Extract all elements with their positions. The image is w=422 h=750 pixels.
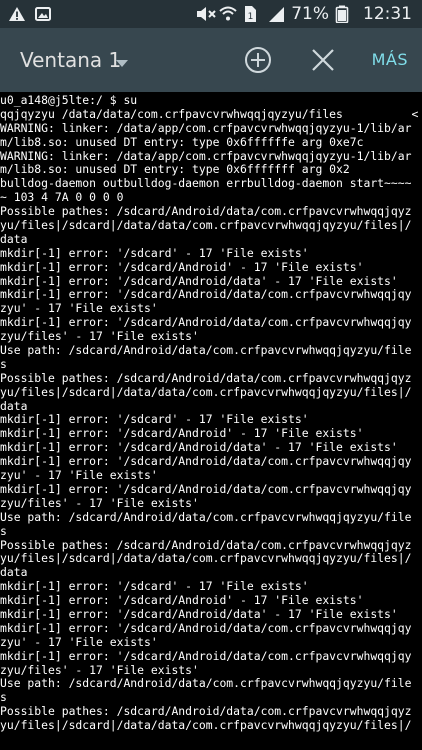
add-circle-icon[interactable] — [242, 44, 274, 76]
terminal-line: mkdir[-1] error: '/sdcard' - 17 'File ex… — [0, 579, 309, 594]
terminal-line: mkdir[-1] error: '/sdcard/Android' - 17 … — [0, 426, 364, 441]
terminal-line: s — [0, 523, 7, 538]
terminal-line: data — [0, 398, 28, 413]
terminal-line: data — [0, 231, 28, 246]
terminal-line: bulldog-daemon outbulldog-daemon errbull… — [0, 176, 412, 191]
terminal-line: WARNING: linker: /data/app/com.crfpavcvr… — [0, 120, 412, 135]
status-left-icons — [8, 5, 52, 27]
terminal-line: mkdir[-1] error: '/sdcard/Android/data' … — [0, 440, 398, 455]
terminal-line: zyu' - 17 'File exists' — [0, 468, 158, 483]
clock: 12:31 — [363, 4, 412, 24]
terminal-line: yu/files|/sdcard|/data/data/com.crfpavcv… — [0, 718, 412, 733]
terminal-line: mkdir[-1] error: '/sdcard/Android/data/c… — [0, 481, 412, 496]
terminal-line: WARNING: linker: /data/app/com.crfpavcvr… — [0, 148, 412, 163]
terminal-line: u0_a148@j5lte:/ $ su — [0, 94, 138, 107]
terminal-line: Possible pathes: /sdcard/Android/data/co… — [0, 370, 412, 385]
close-icon[interactable] — [307, 44, 339, 76]
terminal-line: mkdir[-1] error: '/sdcard' - 17 'File ex… — [0, 245, 309, 260]
terminal-line: s — [0, 690, 7, 705]
image-icon — [34, 5, 52, 27]
terminal-line: mkdir[-1] error: '/sdcard/Android' - 17 … — [0, 259, 364, 274]
terminal-line: zyu/files' - 17 'File exists' — [0, 329, 199, 344]
terminal-line: mkdir[-1] error: '/sdcard/Android' - 17 … — [0, 593, 364, 608]
terminal-line: Use path: /sdcard/Android/data/com.crfpa… — [0, 676, 412, 691]
battery-percent: 71% — [291, 4, 329, 24]
terminal-output[interactable]: u0_a148@j5lte:/ $ su qqjqyzyu /data/data/… — [0, 94, 422, 750]
terminal-line: Use path: /sdcard/Android/data/com.crfpa… — [0, 343, 412, 358]
terminal-line: qqjqyzyu /data/data/com.crfpavcvrwhwqqjq… — [0, 106, 419, 121]
signal-icon — [267, 5, 285, 23]
status-right-icons: 1 71% 12:31 — [195, 4, 412, 24]
battery-icon — [335, 5, 353, 24]
app-bar: Ventana 1 MÁS — [0, 28, 422, 92]
warning-icon — [8, 5, 26, 27]
svg-text:1: 1 — [248, 12, 254, 22]
terminal-line: mkdir[-1] error: '/sdcard/Android/data/c… — [0, 620, 412, 635]
terminal-line: mkdir[-1] error: '/sdcard' - 17 'File ex… — [0, 412, 309, 427]
terminal-line: zyu/files' - 17 'File exists' — [0, 495, 199, 510]
window-title[interactable]: Ventana 1 — [20, 48, 121, 72]
terminal-line: yu/files|/sdcard|/data/data/com.crfpavcv… — [0, 551, 412, 566]
terminal-line: Possible pathes: /sdcard/Android/data/co… — [0, 204, 412, 219]
sim-icon: 1 — [243, 5, 261, 23]
terminal-line: mkdir[-1] error: '/sdcard/Android/data/c… — [0, 648, 412, 663]
terminal-line: mkdir[-1] error: '/sdcard/Android/data/c… — [0, 315, 412, 330]
wifi-icon — [219, 5, 237, 23]
terminal-line: mkdir[-1] error: '/sdcard/Android/data/c… — [0, 287, 412, 302]
terminal-line: zyu' - 17 'File exists' — [0, 634, 158, 649]
terminal-line: Possible pathes: /sdcard/Android/data/co… — [0, 537, 412, 552]
terminal-line: m/lib8.so: unused DT entry: type 0x6ffff… — [0, 134, 364, 149]
terminal-line: m/lib8.so: unused DT entry: type 0x6ffff… — [0, 162, 350, 177]
terminal-line: s — [0, 356, 7, 371]
terminal-line: yu/files|/sdcard|/data/data/com.crfpavcv… — [0, 384, 412, 399]
terminal-line: Use path: /sdcard/Android/data/com.crfpa… — [0, 509, 412, 524]
status-bar: 1 71% 12:31 — [0, 0, 422, 28]
more-button[interactable]: MÁS — [372, 50, 408, 69]
dropdown-arrow-icon[interactable] — [115, 54, 129, 73]
terminal-line: zyu/files' - 17 'File exists' — [0, 662, 199, 677]
terminal-line: ~ 103 4 7A 0 0 0 0 — [0, 190, 124, 205]
terminal-line: yu/files|/sdcard|/data/data/com.crfpavcv… — [0, 218, 412, 233]
terminal-line: Possible pathes: /sdcard/Android/data/co… — [0, 704, 412, 719]
mute-icon — [195, 5, 216, 23]
terminal-line: zyu' - 17 'File exists' — [0, 301, 158, 316]
terminal-line: mkdir[-1] error: '/sdcard/Android/data' … — [0, 273, 398, 288]
terminal-line: data — [0, 565, 28, 580]
terminal-line: mkdir[-1] error: '/sdcard/Android/data' … — [0, 606, 398, 621]
terminal-line: mkdir[-1] error: '/sdcard/Android/data/c… — [0, 454, 412, 469]
